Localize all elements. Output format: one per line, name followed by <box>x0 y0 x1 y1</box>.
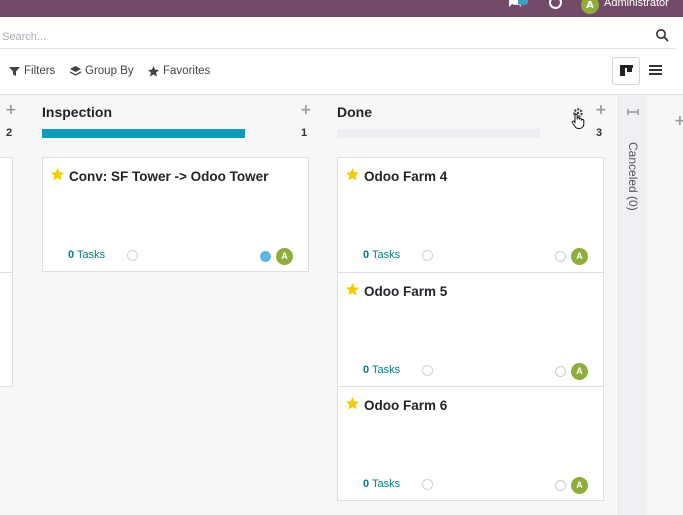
assignee-avatar[interactable]: A <box>276 248 293 265</box>
card-divider <box>0 272 13 273</box>
filters-button[interactable]: Filters <box>9 63 55 79</box>
status-dot[interactable] <box>555 366 566 377</box>
column-title[interactable]: Inspection <box>42 104 112 120</box>
tasks-count: 0 <box>363 478 370 490</box>
status-dot[interactable] <box>260 251 271 262</box>
search-icon[interactable] <box>655 28 669 42</box>
tasks-count: 0 <box>68 249 75 261</box>
folded-column-label: Canceled (0) <box>626 142 640 211</box>
favorite-star-icon[interactable] <box>346 397 359 410</box>
filters-label: Filters <box>24 65 56 77</box>
column-progress-bar[interactable] <box>42 129 245 138</box>
star-icon <box>148 65 159 76</box>
assignee-avatar[interactable]: A <box>571 248 588 265</box>
status-dot[interactable] <box>555 251 566 262</box>
column-count: 1 <box>301 127 308 139</box>
list-view-button[interactable] <box>644 57 668 85</box>
kanban-view-button[interactable] <box>612 57 640 85</box>
favorites-label: Favorites <box>163 65 211 77</box>
tasks-label: Tasks <box>371 364 401 376</box>
tasks-link[interactable]: 0 Tasks <box>363 478 400 490</box>
tasks-count: 0 <box>363 364 370 376</box>
user-name[interactable]: Administrator <box>604 0 669 10</box>
column-progress-bar[interactable] <box>337 129 540 138</box>
filter-icon <box>9 66 20 76</box>
control-panel: Filters Group By Favorites <box>0 17 683 95</box>
tasks-label: Tasks <box>371 478 401 490</box>
folded-column-canceled[interactable]: Canceled (0) <box>618 96 647 515</box>
status-dot[interactable] <box>555 480 566 491</box>
chat-badge <box>518 0 528 5</box>
card-title: Odoo Farm 4 <box>364 169 448 184</box>
add-column-button[interactable]: + <box>674 113 683 129</box>
unfold-arrows-icon <box>627 109 639 115</box>
kanban-card[interactable]: Odoo Farm 4 0 Tasks A <box>337 157 604 273</box>
kanban-card[interactable]: Odoo Farm 5 0 Tasks A <box>337 272 604 387</box>
card-title: Odoo Farm 5 <box>364 284 448 299</box>
column-header: Inspection + 1 <box>42 96 312 154</box>
favorite-star-icon[interactable] <box>346 283 359 296</box>
progress-fill <box>42 129 245 138</box>
group-by-button[interactable]: Group By <box>70 63 134 79</box>
list-icon <box>649 65 662 75</box>
activity-icon[interactable] <box>422 479 433 490</box>
tasks-label: Tasks <box>76 249 106 261</box>
tasks-link[interactable]: 0 Tasks <box>68 249 105 261</box>
column-quick-add-button[interactable]: + <box>300 102 312 118</box>
activity-clock-icon[interactable] <box>549 0 562 9</box>
column-count: 2 <box>6 127 13 139</box>
layers-icon <box>70 65 81 76</box>
group-by-label: Group By <box>85 65 134 77</box>
kanban-board: + 2 Inspection + 1 Conv: SF Tower -> Odo… <box>0 96 683 515</box>
favorites-button[interactable]: Favorites <box>148 63 210 79</box>
tasks-link[interactable]: 0 Tasks <box>363 249 400 261</box>
column-count: 3 <box>596 127 603 139</box>
column-quick-add-button[interactable]: + <box>595 102 607 118</box>
favorite-star-icon[interactable] <box>51 168 64 181</box>
top-navbar: A Administrator <box>0 0 683 17</box>
tasks-label: Tasks <box>371 249 401 261</box>
card-title: Conv: SF Tower -> Odoo Tower <box>69 169 269 184</box>
favorite-star-icon[interactable] <box>346 168 359 181</box>
search-input[interactable] <box>0 25 676 49</box>
activity-icon[interactable] <box>127 250 138 261</box>
activity-icon[interactable] <box>422 365 433 376</box>
tasks-link[interactable]: 0 Tasks <box>363 364 400 376</box>
tasks-count: 0 <box>363 249 370 261</box>
kanban-card[interactable]: Odoo Farm 6 0 Tasks A <box>337 386 604 501</box>
assignee-avatar[interactable]: A <box>571 477 588 494</box>
column-quick-add-button[interactable]: + <box>5 102 17 118</box>
card-title: Odoo Farm 6 <box>364 398 448 413</box>
column-title[interactable]: Done <box>337 104 372 120</box>
column-header: Done + 3 <box>337 96 607 154</box>
hand-cursor-icon <box>571 113 585 129</box>
kanban-card[interactable]: Conv: SF Tower -> Odoo Tower 0 Tasks A <box>42 157 309 272</box>
user-avatar[interactable]: A <box>581 0 599 14</box>
activity-icon[interactable] <box>422 250 433 261</box>
assignee-avatar[interactable]: A <box>571 363 588 380</box>
kanban-icon <box>620 65 633 76</box>
